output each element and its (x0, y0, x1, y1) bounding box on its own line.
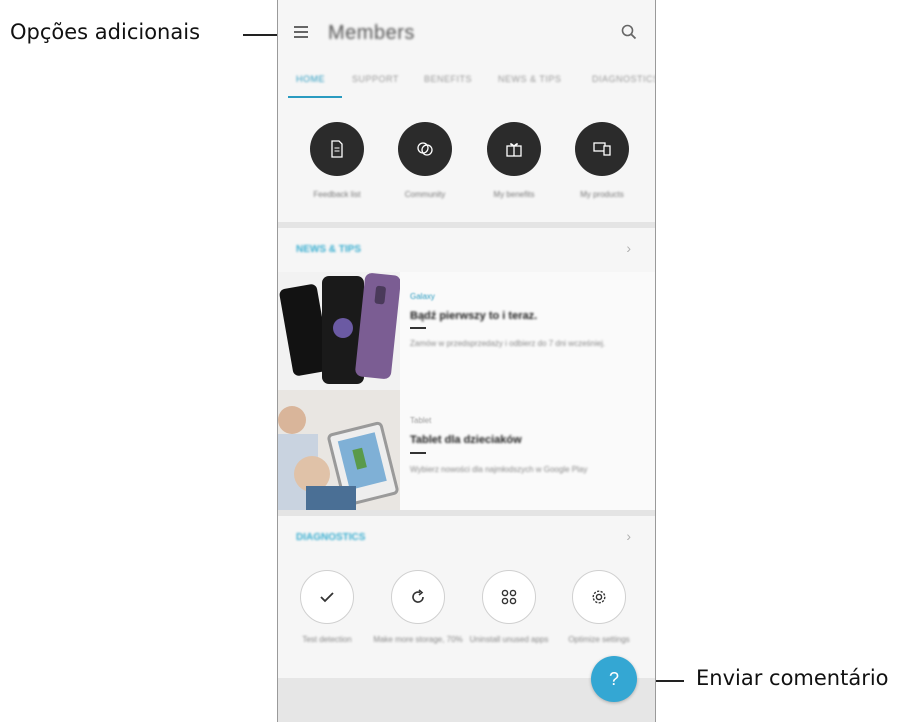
quick-action-label: Community (404, 190, 446, 199)
diagnostic-label: Optimize settings (568, 635, 630, 644)
quick-action-feedback[interactable]: Feedback list (297, 122, 377, 199)
tablet-kids-image (278, 390, 400, 510)
tab-bar: HOME SUPPORT BENEFITS NEWS & TIPS DIAGNO… (278, 64, 655, 98)
send-feedback-button[interactable]: ? (591, 656, 637, 702)
phone-promo-image (278, 272, 400, 390)
tab-news-tips[interactable]: NEWS & TIPS (498, 74, 561, 84)
card-description: Zamów w przedsprzedaży i odbierz do 7 dn… (410, 339, 606, 348)
search-icon[interactable] (621, 24, 637, 40)
more-options-menu-icon[interactable] (294, 26, 308, 38)
refresh-icon (391, 570, 445, 624)
quick-action-benefits[interactable]: My benefits (474, 122, 554, 199)
settings-icon (572, 570, 626, 624)
quick-action-label: My benefits (493, 190, 535, 199)
callout-enviar-comentario: Enviar comentário (696, 666, 889, 690)
diagnostic-item[interactable]: Optimize settings (554, 570, 644, 645)
diagnostic-label: Make more storage, 70% (373, 635, 463, 644)
phone-screen: Members HOME SUPPORT BENEFITS NEWS & TIP… (277, 0, 656, 722)
quick-action-label: My products (580, 190, 624, 199)
news-card[interactable]: Tablet Tablet dla dzieciaków Wybierz now… (278, 390, 655, 510)
card-title: Tablet dla dzieciaków (410, 434, 522, 446)
apps-grid-icon (482, 570, 536, 624)
check-icon (300, 570, 354, 624)
chevron-right-icon: › (626, 528, 631, 544)
tab-benefits[interactable]: BENEFITS (424, 74, 472, 84)
community-icon (398, 122, 452, 176)
active-tab-indicator (288, 96, 342, 98)
callout-opcoes-adicionais: Opções adicionais (10, 20, 201, 44)
quick-action-community[interactable]: Community (385, 122, 465, 199)
gift-icon (487, 122, 541, 176)
quick-actions: Feedback list Community My benefits My p… (278, 110, 655, 220)
diagnostic-label: Test detection (302, 635, 352, 644)
quick-action-products[interactable]: My products (562, 122, 642, 199)
card-category: Galaxy (410, 292, 435, 301)
card-accent-line (410, 327, 426, 329)
devices-icon (575, 122, 629, 176)
news-section-header[interactable]: NEWS & TIPS › (278, 228, 655, 272)
top-app-bar: Members (278, 0, 655, 62)
quick-action-label: Feedback list (313, 190, 361, 199)
chevron-right-icon: › (626, 240, 631, 256)
diagnostic-label: Uninstall unused apps (469, 635, 549, 644)
diagnostic-item[interactable]: Uninstall unused apps (464, 570, 554, 645)
diagnostics-grid: Test detection Make more storage, 70% Un… (278, 570, 655, 670)
document-icon (310, 122, 364, 176)
tab-diagnostics[interactable]: DIAGNOSTICS (592, 74, 655, 84)
section-title: DIAGNOSTICS (296, 532, 366, 543)
card-title: Bądź pierwszy to i teraz. (410, 310, 538, 322)
diagnostic-item[interactable]: Make more storage, 70% (373, 570, 463, 645)
tab-support[interactable]: SUPPORT (352, 74, 399, 84)
diagnostics-section-header[interactable]: DIAGNOSTICS › (278, 516, 655, 560)
section-title: NEWS & TIPS (296, 244, 362, 255)
card-accent-line (410, 452, 426, 454)
card-category: Tablet (410, 416, 432, 425)
tab-home[interactable]: HOME (296, 74, 325, 84)
diagnostic-item[interactable]: Test detection (282, 570, 372, 645)
app-title: Members (328, 22, 415, 44)
news-card[interactable]: Galaxy Bądź pierwszy to i teraz. Zamów w… (278, 272, 655, 390)
card-description: Wybierz nowości dla najmłodszych w Googl… (410, 465, 588, 474)
